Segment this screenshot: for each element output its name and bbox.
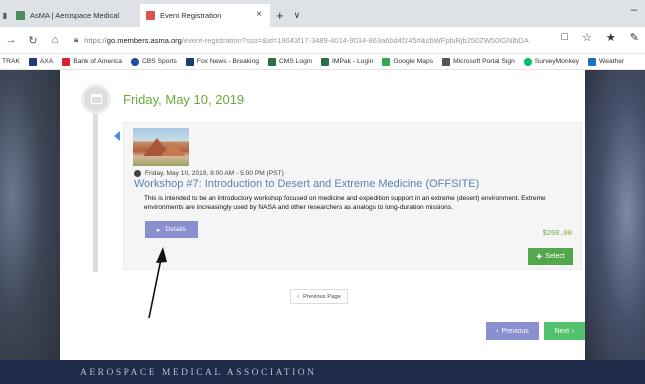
fox-news-icon <box>185 57 194 66</box>
cbs-sports-icon <box>130 57 139 66</box>
tab-dropdown-icon[interactable]: ∨ <box>290 4 305 27</box>
next-button[interactable]: Next › <box>544 322 585 340</box>
tab-strip: ▮ AsMA | Aerospace Medical Event Registr… <box>0 0 645 27</box>
caret-right-icon: ▸ <box>156 226 161 234</box>
previous-page-button[interactable]: ‹ Previous Page <box>290 289 348 304</box>
favorite-label: Weather <box>599 58 625 65</box>
favorite-label: AXA <box>39 58 54 65</box>
url-host: go.members.asma.org <box>106 35 182 45</box>
refresh-icon[interactable]: ↻ <box>22 34 44 47</box>
weather-icon <box>588 57 597 66</box>
event-title[interactable]: Workshop #7: Introduction to Desert and … <box>134 178 479 190</box>
google-maps-icon <box>382 57 391 66</box>
event-thumbnail <box>133 128 189 166</box>
event-time: Friday, May 10, 2019, 8:00 AM - 5:00 PM … <box>145 170 284 177</box>
tab-event-registration[interactable]: Event Registration × <box>140 4 270 27</box>
previous-button[interactable]: ‹ Previous <box>486 322 539 340</box>
details-button[interactable]: ▸ Details <box>145 221 198 238</box>
browser-window: ▮ AsMA | Aerospace Medical Event Registr… <box>0 0 645 384</box>
favorite-google-maps[interactable]: Google Maps <box>382 57 434 66</box>
tab-title: Event Registration <box>160 11 222 20</box>
clock-icon <box>134 170 141 177</box>
pen-icon[interactable]: ✎ <box>630 31 639 44</box>
url-path: /event-registration?sso=&id=19043f17-348… <box>181 35 529 45</box>
chevron-left-icon: ‹ <box>496 327 499 335</box>
microsoft-portal-icon <box>442 57 451 66</box>
favorite-label: Bank of America <box>73 58 122 65</box>
background-image-right <box>585 70 645 384</box>
address-actions: □ ☆ ★ ✎ <box>561 31 639 44</box>
tab-scroll-stub[interactable]: ▮ <box>0 4 10 27</box>
tab-asma[interactable]: AsMA | Aerospace Medical <box>10 4 140 27</box>
date-heading: Friday, May 10, 2019 <box>123 92 245 107</box>
favorite-microsoft-portal[interactable]: Microsoft Portal Sign <box>442 57 515 66</box>
footer-title: AEROSPACE MEDICAL ASSOCIATION <box>80 368 317 378</box>
favorite-label: Microsoft Portal Sign <box>453 58 515 65</box>
event-price: $200.00 <box>542 230 572 238</box>
event-card: Friday, May 10, 2019, 8:00 AM - 5:00 PM … <box>123 122 582 270</box>
select-label: Select <box>545 253 565 260</box>
favorite-surveymonkey[interactable]: SurveyMonkey <box>523 57 580 66</box>
lock-icon: 🔒︎ <box>74 35 79 44</box>
favorite-star-icon[interactable]: ☆ <box>582 31 592 44</box>
favorites-bar-icon[interactable]: ★ <box>606 31 616 44</box>
favorite-weather[interactable]: Weather <box>588 57 625 66</box>
event-description: This is intended to be an introductory w… <box>144 195 546 211</box>
favorite-label: Google Maps <box>393 58 434 65</box>
event-favicon-icon <box>146 11 155 20</box>
favorite-label: TRAK <box>2 58 20 65</box>
favorite-bank-of-america[interactable]: Bank of America <box>62 57 122 66</box>
new-tab-button[interactable]: + <box>270 4 290 27</box>
favorite-label: SurveyMonkey <box>534 58 580 65</box>
details-label: Details <box>165 226 187 233</box>
favorite-cbs-sports[interactable]: CBS Sports <box>130 57 177 66</box>
address-bar: → ↻ ⌂ 🔒︎ https://go.members.asma.org/eve… <box>0 27 645 54</box>
timeline-line <box>93 100 98 272</box>
forward-icon[interactable]: → <box>0 34 22 46</box>
asma-favicon-icon <box>16 11 25 20</box>
favorite-label: CMS Login <box>278 58 313 65</box>
favorite-axa[interactable]: AXA <box>28 57 54 66</box>
background-image-left <box>0 70 60 384</box>
web-page: Friday, May 10, 2019 Friday, May 10, 201… <box>0 70 645 384</box>
previous-label: Previous <box>501 327 529 335</box>
reading-view-icon[interactable]: □ <box>561 31 568 44</box>
cms-login-icon <box>267 57 276 66</box>
impak-login-icon <box>321 57 330 66</box>
select-button[interactable]: ✚ Select <box>528 248 573 265</box>
favorite-label: Fox News - Breaking <box>196 58 259 65</box>
tab-title: AsMA | Aerospace Medical <box>30 11 120 20</box>
next-label: Next <box>554 327 570 335</box>
event-time-row: Friday, May 10, 2019, 8:00 AM - 5:00 PM … <box>134 170 284 177</box>
favorite-cms-login[interactable]: CMS Login <box>267 57 313 66</box>
favorite-impak-login[interactable]: IMPak - Login <box>321 57 374 66</box>
url-prefix: https:// <box>84 35 107 45</box>
bank-of-america-icon <box>62 57 71 66</box>
registration-panel: Friday, May 10, 2019 Friday, May 10, 201… <box>60 70 585 360</box>
chevron-left-icon: ‹ <box>297 293 300 300</box>
favorite-fox-news[interactable]: Fox News - Breaking <box>185 57 259 66</box>
favorites-bar: TRAK AXA Bank of America CBS Sports Fox … <box>0 54 645 70</box>
chevron-right-icon: › <box>572 327 575 335</box>
card-pointer <box>114 131 120 141</box>
previous-page-label: Previous Page <box>303 293 341 300</box>
plus-icon: ✚ <box>536 253 543 261</box>
favorite-trak[interactable]: TRAK <box>2 58 20 65</box>
url-field[interactable]: 🔒︎ https://go.members.asma.org/event-reg… <box>74 30 574 50</box>
favorite-label: CBS Sports <box>141 58 177 65</box>
surveymonkey-icon <box>523 57 532 66</box>
calendar-icon <box>81 84 111 114</box>
axa-icon <box>28 57 37 66</box>
site-footer: AEROSPACE MEDICAL ASSOCIATION <box>0 360 645 384</box>
close-tab-icon[interactable]: × <box>256 9 262 20</box>
home-icon[interactable]: ⌂ <box>44 34 66 46</box>
minimize-button[interactable]: – <box>631 4 637 16</box>
favorite-label: IMPak - Login <box>332 58 374 65</box>
